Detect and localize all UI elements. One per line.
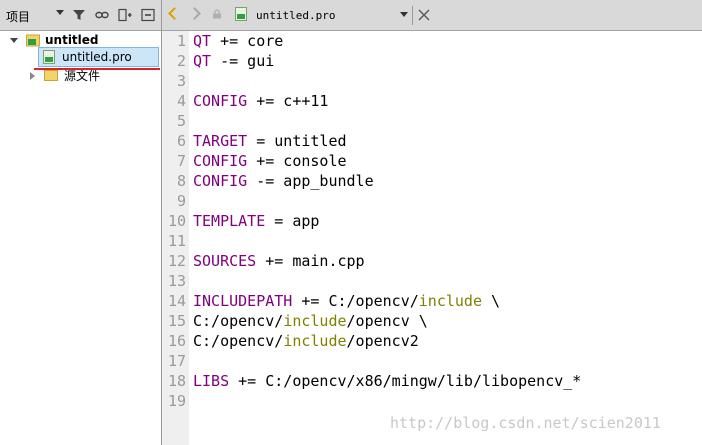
project-view-dropdown-icon[interactable] <box>56 10 64 15</box>
code-keyword: TEMPLATE <box>193 212 266 230</box>
code-keyword: QT <box>193 32 212 50</box>
project-pane-toolbar: 项目 <box>0 0 161 31</box>
code-text: C:/opencv/ <box>193 332 284 350</box>
watermark-text: http://blog.csdn.net/scien2011 <box>390 414 661 432</box>
code-keyword: CONFIG <box>193 172 248 190</box>
code-line[interactable]: SOURCES += main.cpp <box>193 251 365 271</box>
line-number: 11 <box>167 232 186 250</box>
link-icon[interactable] <box>95 8 109 22</box>
qt-project-icon <box>26 34 40 47</box>
code-text: -= gui <box>211 52 275 70</box>
line-number: 8 <box>176 172 186 190</box>
code-include-token: include <box>283 332 347 350</box>
line-number: 6 <box>176 132 186 150</box>
code-line[interactable]: TARGET = untitled <box>193 131 347 151</box>
code-line[interactable]: LIBS += C:/opencv/x86/mingw/lib/libopenc… <box>193 371 581 391</box>
split-add-icon[interactable] <box>118 8 132 22</box>
line-number: 3 <box>176 72 186 90</box>
folder-icon <box>44 70 58 81</box>
line-number-gutter: 1 2 3 4 5 6 7 8 9 10 11 12 13 14 15 16 17 18 19 <box>162 31 189 445</box>
close-document-icon[interactable] <box>417 8 431 22</box>
line-number: 16 <box>167 332 186 350</box>
code-text: /opencv \ <box>346 312 428 330</box>
line-number: 19 <box>167 392 186 410</box>
code-text: += console <box>247 152 347 170</box>
collapse-arrow-icon[interactable] <box>30 72 35 80</box>
line-number: 18 <box>167 372 186 390</box>
line-number: 15 <box>167 312 186 330</box>
project-pane: 项目 untitled untitled.pro 源文件 <box>0 0 162 445</box>
back-arrow-icon[interactable] <box>168 7 181 20</box>
filter-icon[interactable] <box>72 8 86 22</box>
red-underline-annotation <box>34 68 160 70</box>
collapse-pane-icon[interactable] <box>141 8 155 22</box>
pro-file-icon <box>43 50 55 64</box>
line-number: 7 <box>176 152 186 170</box>
code-line[interactable]: CONFIG -= app_bundle <box>193 171 374 191</box>
line-number: 1 <box>176 32 186 50</box>
code-keyword: QT <box>193 52 212 70</box>
line-number: 10 <box>167 212 186 230</box>
code-keyword: TARGET <box>193 132 248 150</box>
project-pane-title: 项目 <box>6 10 31 24</box>
expand-arrow-icon[interactable] <box>10 38 18 43</box>
line-number: 5 <box>176 112 186 130</box>
code-keyword: CONFIG <box>193 152 248 170</box>
code-keyword: LIBS <box>193 372 230 390</box>
tree-item-selected-file[interactable]: untitled.pro <box>38 47 159 67</box>
code-text: /opencv2 <box>346 332 419 350</box>
line-number: 9 <box>176 192 186 210</box>
code-text: C:/opencv/ <box>193 312 284 330</box>
editor-toolbar: untitled.pro <box>162 0 702 31</box>
code-text: += core <box>211 32 284 50</box>
line-number: 12 <box>167 252 186 270</box>
code-line[interactable]: QT += core <box>193 31 283 51</box>
document-dropdown-icon[interactable] <box>400 12 408 17</box>
code-keyword: SOURCES <box>193 252 257 270</box>
code-text: += C:/opencv/ <box>292 292 419 310</box>
code-include-token: include <box>418 292 482 310</box>
line-number: 14 <box>167 292 186 310</box>
code-line[interactable]: QT -= gui <box>193 51 274 71</box>
editor-pane: untitled.pro 1 2 3 4 5 6 7 8 9 10 11 12 13 14 15 16 17 18… <box>162 0 702 445</box>
line-number: 2 <box>176 52 186 70</box>
code-line[interactable]: C:/opencv/include/opencv2 <box>193 331 419 351</box>
code-text: = app <box>265 212 320 230</box>
code-text: = untitled <box>247 132 347 150</box>
code-text: += main.cpp <box>256 252 365 270</box>
code-line[interactable]: C:/opencv/include/opencv \ <box>193 311 428 331</box>
line-number: 13 <box>167 272 186 290</box>
code-line[interactable]: CONFIG += console <box>193 151 347 171</box>
code-line[interactable]: CONFIG += c++11 <box>193 91 328 111</box>
toolbar-separator <box>412 6 413 25</box>
line-number: 17 <box>167 352 186 370</box>
code-line[interactable]: INCLUDEPATH += C:/opencv/include \ <box>193 291 500 311</box>
code-include-token: include <box>283 312 347 330</box>
tree-item-file-label: untitled.pro <box>62 50 132 64</box>
code-keyword: INCLUDEPATH <box>193 292 293 310</box>
code-text: \ <box>482 292 501 310</box>
code-text: -= app_bundle <box>247 172 374 190</box>
lock-icon <box>213 9 221 19</box>
document-file-icon <box>235 7 247 21</box>
code-text: += C:/opencv/x86/mingw/lib/libopencv_* <box>229 372 582 390</box>
code-text: += c++11 <box>247 92 329 110</box>
line-number: 4 <box>176 92 186 110</box>
code-keyword: CONFIG <box>193 92 248 110</box>
editor-document-title: untitled.pro <box>256 9 336 22</box>
forward-arrow-icon[interactable] <box>188 7 201 20</box>
code-line[interactable]: TEMPLATE = app <box>193 211 319 231</box>
